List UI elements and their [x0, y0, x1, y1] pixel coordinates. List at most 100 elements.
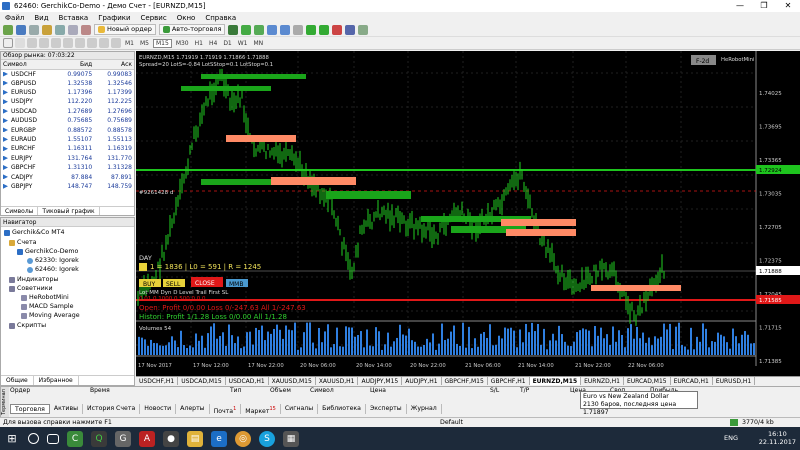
chart-tab[interactable]: XAUUSD,M15: [269, 377, 316, 385]
indicators-icon[interactable]: [332, 24, 343, 35]
terminal-tab[interactable]: История Счета: [83, 404, 141, 414]
chart-tab[interactable]: USDCAD,H1: [226, 377, 269, 385]
chart-tab[interactable]: AUDJPY,M15: [358, 377, 403, 385]
tf-m15[interactable]: M15: [153, 38, 172, 48]
menu-help[interactable]: Справка: [205, 14, 236, 22]
market-watch-row[interactable]: EURJPY 131.764 131.770: [1, 154, 134, 163]
close-button[interactable]: ✕: [776, 0, 800, 12]
autoscroll-icon[interactable]: [306, 24, 317, 35]
terminal-column-header[interactable]: T/P: [520, 387, 529, 394]
symbol-cell[interactable]: GBPCHF: [1, 163, 54, 172]
zoom-out-icon[interactable]: [280, 24, 291, 35]
menu-insert[interactable]: Вставка: [59, 14, 89, 22]
terminal-icon[interactable]: [68, 24, 78, 35]
market-watch-row[interactable]: GBPUSD 1.32538 1.32546: [1, 79, 134, 88]
terminal-column-header[interactable]: Объем: [270, 387, 291, 394]
market-watch-row[interactable]: EURCHF 1.16311 1.16319: [1, 144, 134, 153]
data-window-icon[interactable]: [55, 24, 65, 35]
task-view-icon[interactable]: [47, 433, 59, 444]
market-watch-row[interactable]: EURAUD 1.55107 1.55113: [1, 135, 134, 144]
symbol-cell[interactable]: EURCHF: [1, 144, 54, 153]
symbol-cell[interactable]: USDCHF: [1, 69, 54, 79]
chart-tab[interactable]: USDCAD,M15: [178, 377, 226, 385]
nav-account-1[interactable]: 62330: Igorek: [27, 257, 79, 264]
tf-m30[interactable]: M30: [174, 40, 191, 47]
market-watch-row[interactable]: USDCHF 0.99075 0.99083: [1, 69, 134, 79]
terminal-tab[interactable]: Активы: [50, 404, 83, 414]
channel-icon[interactable]: [63, 38, 73, 48]
nav-experts[interactable]: Советники: [9, 285, 53, 292]
symbol-cell[interactable]: AUDUSD: [1, 116, 54, 125]
terminal-tab[interactable]: Почта1: [210, 404, 242, 415]
symbol-cell[interactable]: EURUSD: [1, 88, 54, 97]
market-watch-row[interactable]: EURGBP 0.88572 0.88578: [1, 125, 134, 134]
price-chart[interactable]: 1.74025 1.73695 1.73365 1.73035 1.72705 1.723…: [136, 51, 800, 376]
windows-start-icon[interactable]: ⊞: [4, 430, 20, 447]
fibo-icon[interactable]: [75, 38, 85, 48]
nav-account-2[interactable]: 62460: Igorek: [27, 266, 79, 273]
chart-tab[interactable]: AUDJPY,H1: [402, 377, 442, 385]
terminal-tab[interactable]: Новости: [140, 404, 177, 414]
periods-icon[interactable]: [345, 24, 356, 35]
navigator-icon[interactable]: [42, 24, 52, 35]
terminal-tab[interactable]: Сигналы: [281, 404, 319, 414]
chart-tab[interactable]: EURNZD,M15: [529, 377, 582, 385]
skype-icon[interactable]: S: [259, 430, 275, 447]
menu-tools[interactable]: Сервис: [141, 14, 167, 22]
terminal-column-header[interactable]: S/L: [490, 387, 499, 394]
nav-root[interactable]: Gerchik&Co MT4: [4, 229, 65, 236]
tf-m1[interactable]: M1: [123, 40, 136, 47]
market-watch-row[interactable]: AUDUSD 0.75685 0.75689: [1, 116, 134, 125]
col-symbol[interactable]: Символ: [1, 60, 55, 70]
menu-view[interactable]: Вид: [34, 14, 48, 22]
nav-scripts[interactable]: Скрипты: [9, 322, 46, 329]
red-app-icon[interactable]: A: [139, 430, 155, 447]
tab-symbols[interactable]: Символы: [1, 207, 39, 215]
symbol-cell[interactable]: GBPJPY: [1, 182, 54, 191]
market-watch-row[interactable]: CADJPY 87.884 87.891: [1, 172, 134, 181]
symbol-cell[interactable]: USDCAD: [1, 107, 54, 116]
nav-ea-2[interactable]: MACD Sample: [21, 303, 74, 310]
market-watch-row[interactable]: GBPCHF 1.31310 1.31328: [1, 163, 134, 172]
new-order-button[interactable]: Новый ордер: [94, 24, 156, 35]
market-watch-row[interactable]: USDCAD 1.27689 1.27696: [1, 107, 134, 116]
new-chart-icon[interactable]: [3, 24, 13, 35]
chart-tab[interactable]: USDCHF,H1: [136, 377, 179, 385]
nav-accounts[interactable]: Счета: [9, 239, 37, 246]
q-app-icon[interactable]: Q: [91, 430, 107, 447]
tf-mn[interactable]: MN: [252, 40, 266, 47]
nav-server[interactable]: GerchikCo-Demo: [17, 248, 78, 255]
autotrade-button[interactable]: Авто-торговля: [158, 24, 226, 35]
col-bid[interactable]: Бид: [54, 60, 95, 70]
tray-lang[interactable]: ENG: [724, 434, 738, 442]
chart-tab[interactable]: GBPCHF,M15: [442, 377, 488, 385]
tab-favorites[interactable]: Избранное: [34, 376, 79, 385]
tf-h4[interactable]: H4: [207, 40, 219, 47]
terminal-tab[interactable]: Маркет15: [241, 404, 281, 415]
bar-chart-icon[interactable]: [228, 24, 239, 35]
vertical-line-icon[interactable]: [27, 38, 37, 48]
symbol-cell[interactable]: GBPUSD: [1, 79, 54, 88]
candle-chart-icon[interactable]: [241, 24, 252, 35]
symbol-cell[interactable]: EURAUD: [1, 135, 54, 144]
symbol-cell[interactable]: USDJPY: [1, 97, 54, 106]
zoom-in-icon[interactable]: [267, 24, 278, 35]
horizontal-line-icon[interactable]: [39, 38, 49, 48]
maximize-button[interactable]: ❐: [752, 0, 776, 12]
line-chart-icon[interactable]: [254, 24, 265, 35]
edge-icon[interactable]: e: [211, 430, 227, 447]
profiles-icon[interactable]: [16, 24, 26, 35]
chart-tab[interactable]: EURNZD,H1: [581, 377, 624, 385]
crosshair-icon[interactable]: [15, 38, 25, 48]
chart-tab[interactable]: EURUSD,H1: [713, 377, 756, 385]
tf-h1[interactable]: H1: [193, 40, 205, 47]
app-icon-2[interactable]: ●: [163, 430, 179, 447]
terminal-column-header[interactable]: Время: [90, 387, 110, 394]
nav-ea-3[interactable]: Moving Average: [21, 312, 80, 319]
menu-file[interactable]: Файл: [5, 14, 24, 22]
tray-clock[interactable]: 16:10 22.11.2017: [759, 430, 796, 446]
chart-tab[interactable]: XAUUSD,H1: [316, 377, 359, 385]
cursor-icon[interactable]: [3, 38, 13, 48]
chart-canvas[interactable]: 1.74025 1.73695 1.73365 1.73035 1.72705 1.723…: [136, 51, 800, 376]
chrome-icon[interactable]: ◎: [235, 430, 251, 447]
